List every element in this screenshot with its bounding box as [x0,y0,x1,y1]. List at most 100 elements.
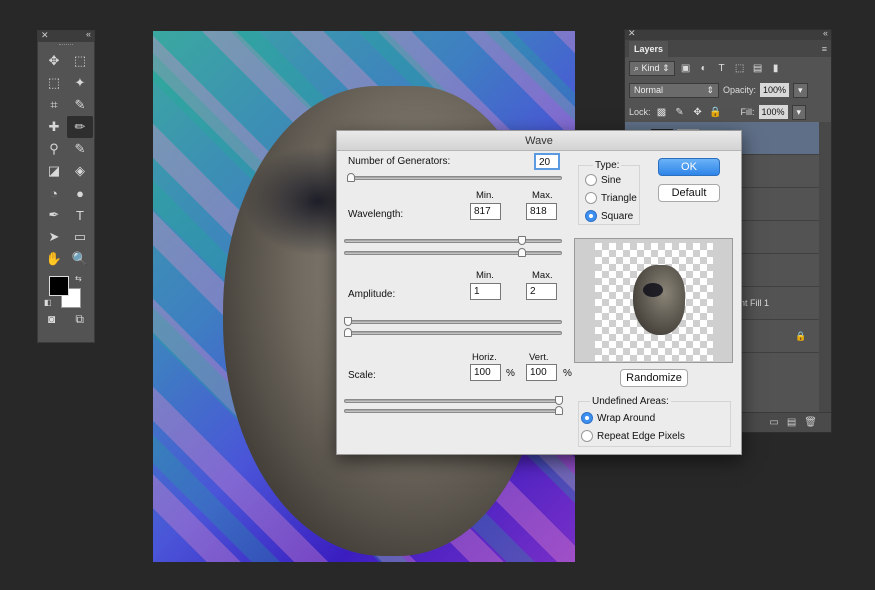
number-of-generators-input[interactable]: 20 [534,153,560,170]
ok-button[interactable]: OK [658,158,720,176]
amplitude-max-slider-track[interactable] [344,331,562,335]
new-layer-icon[interactable]: ▤ [787,417,796,428]
marquee-icon[interactable]: ⬚ [41,72,67,94]
brush-icon[interactable]: ✏ [67,116,93,138]
chevron-down-icon: ⇕ [706,84,714,95]
wavelength-max-slider-track[interactable] [344,251,562,255]
amplitude-min-label: Min. [476,270,494,281]
wavelength-min-slider-handle[interactable] [518,236,526,245]
pixel-filter-icon[interactable]: ▣ [679,63,693,74]
screen-mode-icon[interactable]: ⧉ [75,312,84,327]
tools-panel: ✕ « ✥ ⬚ ⬚ ✦ ⌗ ✎ ✚ ✏ ⚲ ✎ ◪ ◈ ◔ ● ✒ T ➤ ▭ ✋ 🔍 ◧ ⇆ ◙ ⧉ [37,29,95,343]
layers-tab-bar: Layers ≡ [625,40,831,57]
paint-bucket-icon[interactable]: ◈ [67,160,93,182]
kind-filter-select[interactable]: ⌕ Kind ⇕ [629,60,675,76]
color-swatches: ◧ ⇆ [41,274,91,310]
repeat-edge-pixels-label[interactable]: Repeat Edge Pixels [597,431,685,442]
type-triangle-radio[interactable] [585,192,597,204]
wavelength-max-label: Max. [532,190,553,201]
default-colors-icon[interactable]: ◧ [44,298,52,307]
generators-slider-handle[interactable] [347,173,355,182]
magic-wand-icon[interactable]: ✦ [67,72,93,94]
fill-input[interactable]: 100% [758,105,788,119]
wrap-around-label[interactable]: Wrap Around [597,413,655,424]
wavelength-min-slider-track[interactable] [344,239,562,243]
hand-icon[interactable]: ✋ [41,248,67,270]
move-icon[interactable]: ✥ [41,50,67,72]
preview-pane[interactable] [574,238,733,363]
scale-vert-percent: % [563,368,572,379]
eyedropper-icon[interactable]: ✎ [67,94,93,116]
amplitude-max-input[interactable]: 2 [526,283,557,300]
scale-horiz-slider-handle[interactable] [555,396,563,405]
close-icon[interactable]: ✕ [41,30,49,41]
panel-menu-icon[interactable]: ≡ [822,44,827,54]
tools-panel-header: ✕ « [38,29,94,42]
wavelength-max-slider-handle[interactable] [518,248,526,257]
lock-all-icon[interactable]: 🔒 [709,107,723,118]
randomize-button[interactable]: Randomize [620,369,688,387]
blend-mode-select[interactable]: Normal ⇕ [629,82,719,98]
amplitude-min-slider-track[interactable] [344,320,562,324]
crop-icon[interactable]: ⌗ [41,94,67,116]
pen-icon[interactable]: ✒ [41,204,67,226]
wavelength-max-input[interactable]: 818 [526,203,557,220]
lock-icon: 🔒 [795,330,807,341]
search-icon: ⌕ [634,62,642,73]
scale-vert-input[interactable]: 100 [526,364,557,381]
default-button[interactable]: Default [658,184,720,202]
amplitude-min-slider-handle[interactable] [344,317,352,326]
wavelength-label: Wavelength: [348,209,404,220]
shape-filter-icon[interactable]: ⬚ [733,63,747,74]
amplitude-max-slider-handle[interactable] [344,328,352,337]
trash-icon[interactable]: 🗑 [804,417,817,428]
history-brush-icon[interactable]: ✎ [67,138,93,160]
smart-object-filter-icon[interactable]: ▤ [751,63,765,74]
foreground-color-swatch[interactable] [49,276,69,296]
opacity-input[interactable]: 100% [760,83,790,97]
lock-transparent-icon[interactable]: ▩ [655,107,669,118]
path-select-icon[interactable]: ➤ [41,226,67,248]
amplitude-min-input[interactable]: 1 [470,283,501,300]
tab-layers[interactable]: Layers [629,40,669,57]
blur-icon[interactable]: ◔ [41,182,67,204]
stamp-icon[interactable]: ⚲ [41,138,67,160]
lock-position-icon[interactable]: ✥ [691,107,705,118]
dodge-icon[interactable]: ● [67,182,93,204]
adjustment-filter-icon[interactable]: ◐ [697,63,711,74]
scale-vert-slider-handle[interactable] [555,406,563,415]
lock-brush-icon[interactable]: ✎ [673,107,687,118]
scale-label: Scale: [348,370,376,381]
collapse-icon[interactable]: « [823,28,828,38]
type-icon[interactable]: T [67,204,93,226]
collapse-icon[interactable]: « [86,29,91,39]
repeat-edge-pixels-radio[interactable] [581,430,593,442]
scale-vert-slider-track[interactable] [344,409,562,413]
artboard-icon[interactable]: ⬚ [67,50,93,72]
healing-icon[interactable]: ✚ [41,116,67,138]
zoom-icon[interactable]: 🔍 [67,248,93,270]
generators-slider-track[interactable] [347,176,562,180]
swap-colors-icon[interactable]: ⇆ [75,274,82,283]
rectangle-icon[interactable]: ▭ [67,226,93,248]
scale-horiz-slider-track[interactable] [344,399,562,403]
type-triangle-label[interactable]: Triangle [601,193,637,204]
type-sine-label[interactable]: Sine [601,175,621,186]
filter-toggle-icon[interactable]: ▮ [769,63,783,74]
layers-scrollbar[interactable] [819,122,831,412]
type-sine-radio[interactable] [585,174,597,186]
type-square-label[interactable]: Square [601,211,633,222]
close-icon[interactable]: ✕ [628,28,636,39]
type-filter-icon[interactable]: T [715,63,729,74]
scale-horiz-input[interactable]: 100 [470,364,501,381]
wavelength-min-label: Min. [476,190,494,201]
eraser-icon[interactable]: ◪ [41,160,67,182]
wrap-around-radio[interactable] [581,412,593,424]
quick-mask-icon[interactable]: ◙ [48,312,55,327]
folder-icon[interactable]: ▭ [769,417,778,428]
opacity-dropdown-icon[interactable]: ▾ [793,82,808,98]
wavelength-min-input[interactable]: 817 [470,203,501,220]
blend-row: Normal ⇕ Opacity: 100% ▾ [625,79,831,101]
fill-dropdown-icon[interactable]: ▾ [791,104,807,120]
type-square-radio[interactable] [585,210,597,222]
